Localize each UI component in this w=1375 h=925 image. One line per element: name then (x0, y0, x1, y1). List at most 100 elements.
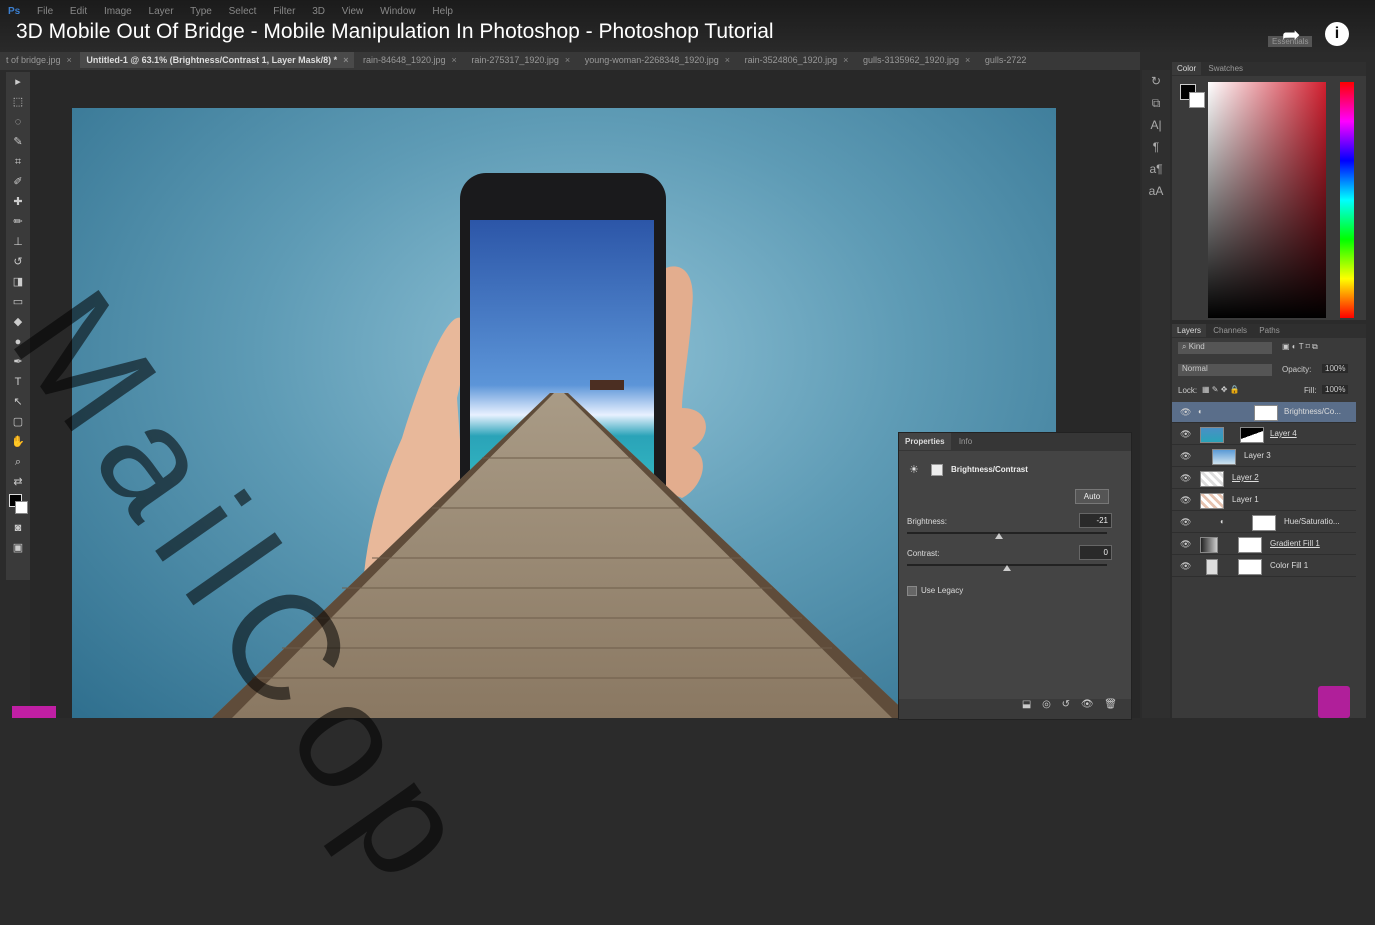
layer-thumb[interactable] (1200, 537, 1218, 553)
fill-input[interactable]: 100% (1322, 385, 1349, 394)
layer-4[interactable]: 👁 Layer 4 (1172, 424, 1356, 445)
layer-brightness-contrast[interactable]: 👁 ◐ Brightness/Co... (1172, 402, 1356, 423)
layer-mask-thumb[interactable] (1252, 515, 1276, 531)
path-select-icon[interactable]: ↖ (6, 392, 30, 412)
tab-untitled-1[interactable]: Untitled-1 @ 63.1% (Brightness/Contrast … (80, 52, 355, 68)
character-styles-icon[interactable]: aA (1142, 180, 1170, 202)
lock-icons[interactable]: ▦ ✎ ✥ 🔒 (1202, 385, 1240, 394)
channel-logo-right[interactable] (1318, 686, 1350, 718)
brightness-input[interactable]: -21 (1079, 513, 1112, 528)
layer-mask-thumb[interactable] (1238, 537, 1262, 553)
healing-brush-icon[interactable]: ✚ (6, 192, 30, 212)
screen-mode-icon[interactable]: ▣ (6, 538, 30, 558)
tab-young-woman[interactable]: young-woman-2268348_1920.jpg × (579, 52, 736, 68)
contrast-input[interactable]: 0 (1079, 545, 1112, 560)
trash-icon[interactable]: 🗑 (1104, 699, 1117, 710)
close-icon[interactable]: × (565, 55, 570, 65)
layer-1[interactable]: 👁 Layer 1 (1172, 490, 1356, 511)
tab-gulls-2722[interactable]: gulls-2722 (979, 52, 1033, 68)
reset-icon[interactable]: ↺ (1062, 699, 1070, 710)
close-icon[interactable]: × (67, 55, 72, 65)
marquee-tool-icon[interactable]: ⬚ (6, 92, 30, 112)
tab-info[interactable]: Info (953, 433, 978, 450)
menu-view[interactable]: View (342, 6, 364, 17)
layer-name[interactable]: Brightness/Co... (1284, 407, 1341, 416)
brightness-slider-track[interactable] (907, 532, 1107, 534)
close-icon[interactable]: × (965, 55, 970, 65)
eye-icon[interactable]: 👁 (1180, 429, 1191, 440)
layer-3[interactable]: 👁 Layer 3 (1172, 446, 1356, 467)
type-tool-icon[interactable]: T (6, 372, 30, 392)
clone-stamp-icon[interactable]: ⊥ (6, 232, 30, 252)
background-swatch[interactable] (15, 501, 28, 514)
eye-icon[interactable]: 👁 (1180, 451, 1191, 462)
info-icon[interactable]: i (1325, 22, 1349, 46)
opacity-input[interactable]: 100% (1322, 364, 1349, 373)
menu-image[interactable]: Image (104, 6, 132, 17)
menu-edit[interactable]: Edit (70, 6, 87, 17)
layer-name[interactable]: Hue/Saturatio... (1284, 517, 1340, 526)
paragraph-styles-icon[interactable]: a¶ (1142, 158, 1170, 180)
layer-thumb[interactable] (1206, 559, 1218, 575)
tab-properties[interactable]: Properties (899, 433, 951, 450)
tab-rain-84648[interactable]: rain-84648_1920.jpg × (357, 52, 463, 68)
crop-tool-icon[interactable]: ⌗ (6, 152, 30, 172)
gradient-tool-icon[interactable]: ▭ (6, 292, 30, 312)
quick-select-tool-icon[interactable]: ✎ (6, 132, 30, 152)
view-previous-icon[interactable]: ◎ (1042, 699, 1051, 710)
menu-window[interactable]: Window (380, 6, 416, 17)
layer-name[interactable]: Gradient Fill 1 (1270, 539, 1320, 548)
tab-channels[interactable]: Channels (1208, 324, 1252, 337)
contrast-slider-knob[interactable] (1003, 565, 1011, 571)
layer-gradient-fill[interactable]: 👁 Gradient Fill 1 (1172, 534, 1356, 555)
layer-name[interactable]: Layer 1 (1232, 495, 1259, 504)
tab-gulls-3135962[interactable]: gulls-3135962_1920.jpg × (857, 52, 976, 68)
use-legacy-checkbox[interactable] (907, 586, 917, 596)
layer-thumb[interactable] (1200, 427, 1224, 443)
brush-tool-icon[interactable]: ✏ (6, 212, 30, 232)
quick-mask-icon[interactable]: ◙ (6, 518, 30, 538)
layer-hue-saturation[interactable]: 👁 ◐ Hue/Saturatio... (1172, 512, 1356, 533)
menu-3d[interactable]: 3D (312, 6, 325, 17)
history-brush-icon[interactable]: ↺ (6, 252, 30, 272)
clip-to-layer-icon[interactable]: ⬓ (1022, 699, 1031, 710)
eye-icon[interactable]: 👁 (1180, 517, 1191, 528)
color-swatches[interactable] (6, 492, 30, 518)
layer-name[interactable]: Layer 4 (1270, 429, 1297, 438)
move-tool-icon[interactable]: ▸ (6, 72, 30, 92)
layer-mask-thumb[interactable] (1240, 427, 1264, 443)
swap-colors-icon[interactable]: ⇄ (6, 472, 30, 492)
brightness-slider-knob[interactable] (995, 533, 1003, 539)
eye-icon[interactable]: 👁 (1180, 539, 1191, 550)
share-icon[interactable]: ➦ (1282, 22, 1306, 47)
close-icon[interactable]: × (843, 55, 848, 65)
eye-icon[interactable]: 👁 (1180, 561, 1191, 572)
mask-icon[interactable] (931, 464, 943, 476)
tab-paths[interactable]: Paths (1254, 324, 1284, 337)
eye-icon[interactable]: 👁 (1180, 407, 1191, 418)
shape-tool-icon[interactable]: ▢ (6, 412, 30, 432)
layer-name[interactable]: Layer 3 (1244, 451, 1271, 460)
pen-tool-icon[interactable]: ✒ (6, 352, 30, 372)
tab-layers[interactable]: Layers (1172, 324, 1207, 337)
layer-thumb[interactable] (1212, 449, 1236, 465)
blend-mode-select[interactable]: Normal (1178, 364, 1272, 376)
layer-mask-thumb[interactable] (1254, 405, 1278, 421)
close-icon[interactable]: × (452, 55, 457, 65)
layer-thumb[interactable] (1200, 471, 1224, 487)
visibility-icon[interactable]: 👁 (1081, 699, 1094, 710)
dodge-tool-icon[interactable]: ● (6, 332, 30, 352)
hue-slider[interactable] (1340, 82, 1354, 318)
character-icon[interactable]: A| (1142, 114, 1170, 136)
lasso-tool-icon[interactable]: ◌ (6, 112, 30, 132)
close-icon[interactable]: × (343, 55, 348, 65)
menu-help[interactable]: Help (432, 6, 453, 17)
zoom-tool-icon[interactable]: ⌕ (6, 452, 30, 472)
eye-icon[interactable]: 👁 (1180, 495, 1191, 506)
history-icon[interactable]: ↻ (1142, 70, 1170, 92)
layer-name[interactable]: Layer 2 (1232, 473, 1259, 482)
blur-tool-icon[interactable]: ◆ (6, 312, 30, 332)
filter-kind-select[interactable]: ⌕ Kind (1178, 342, 1272, 354)
menu-type[interactable]: Type (190, 6, 212, 17)
eraser-tool-icon[interactable]: ◨ (6, 272, 30, 292)
